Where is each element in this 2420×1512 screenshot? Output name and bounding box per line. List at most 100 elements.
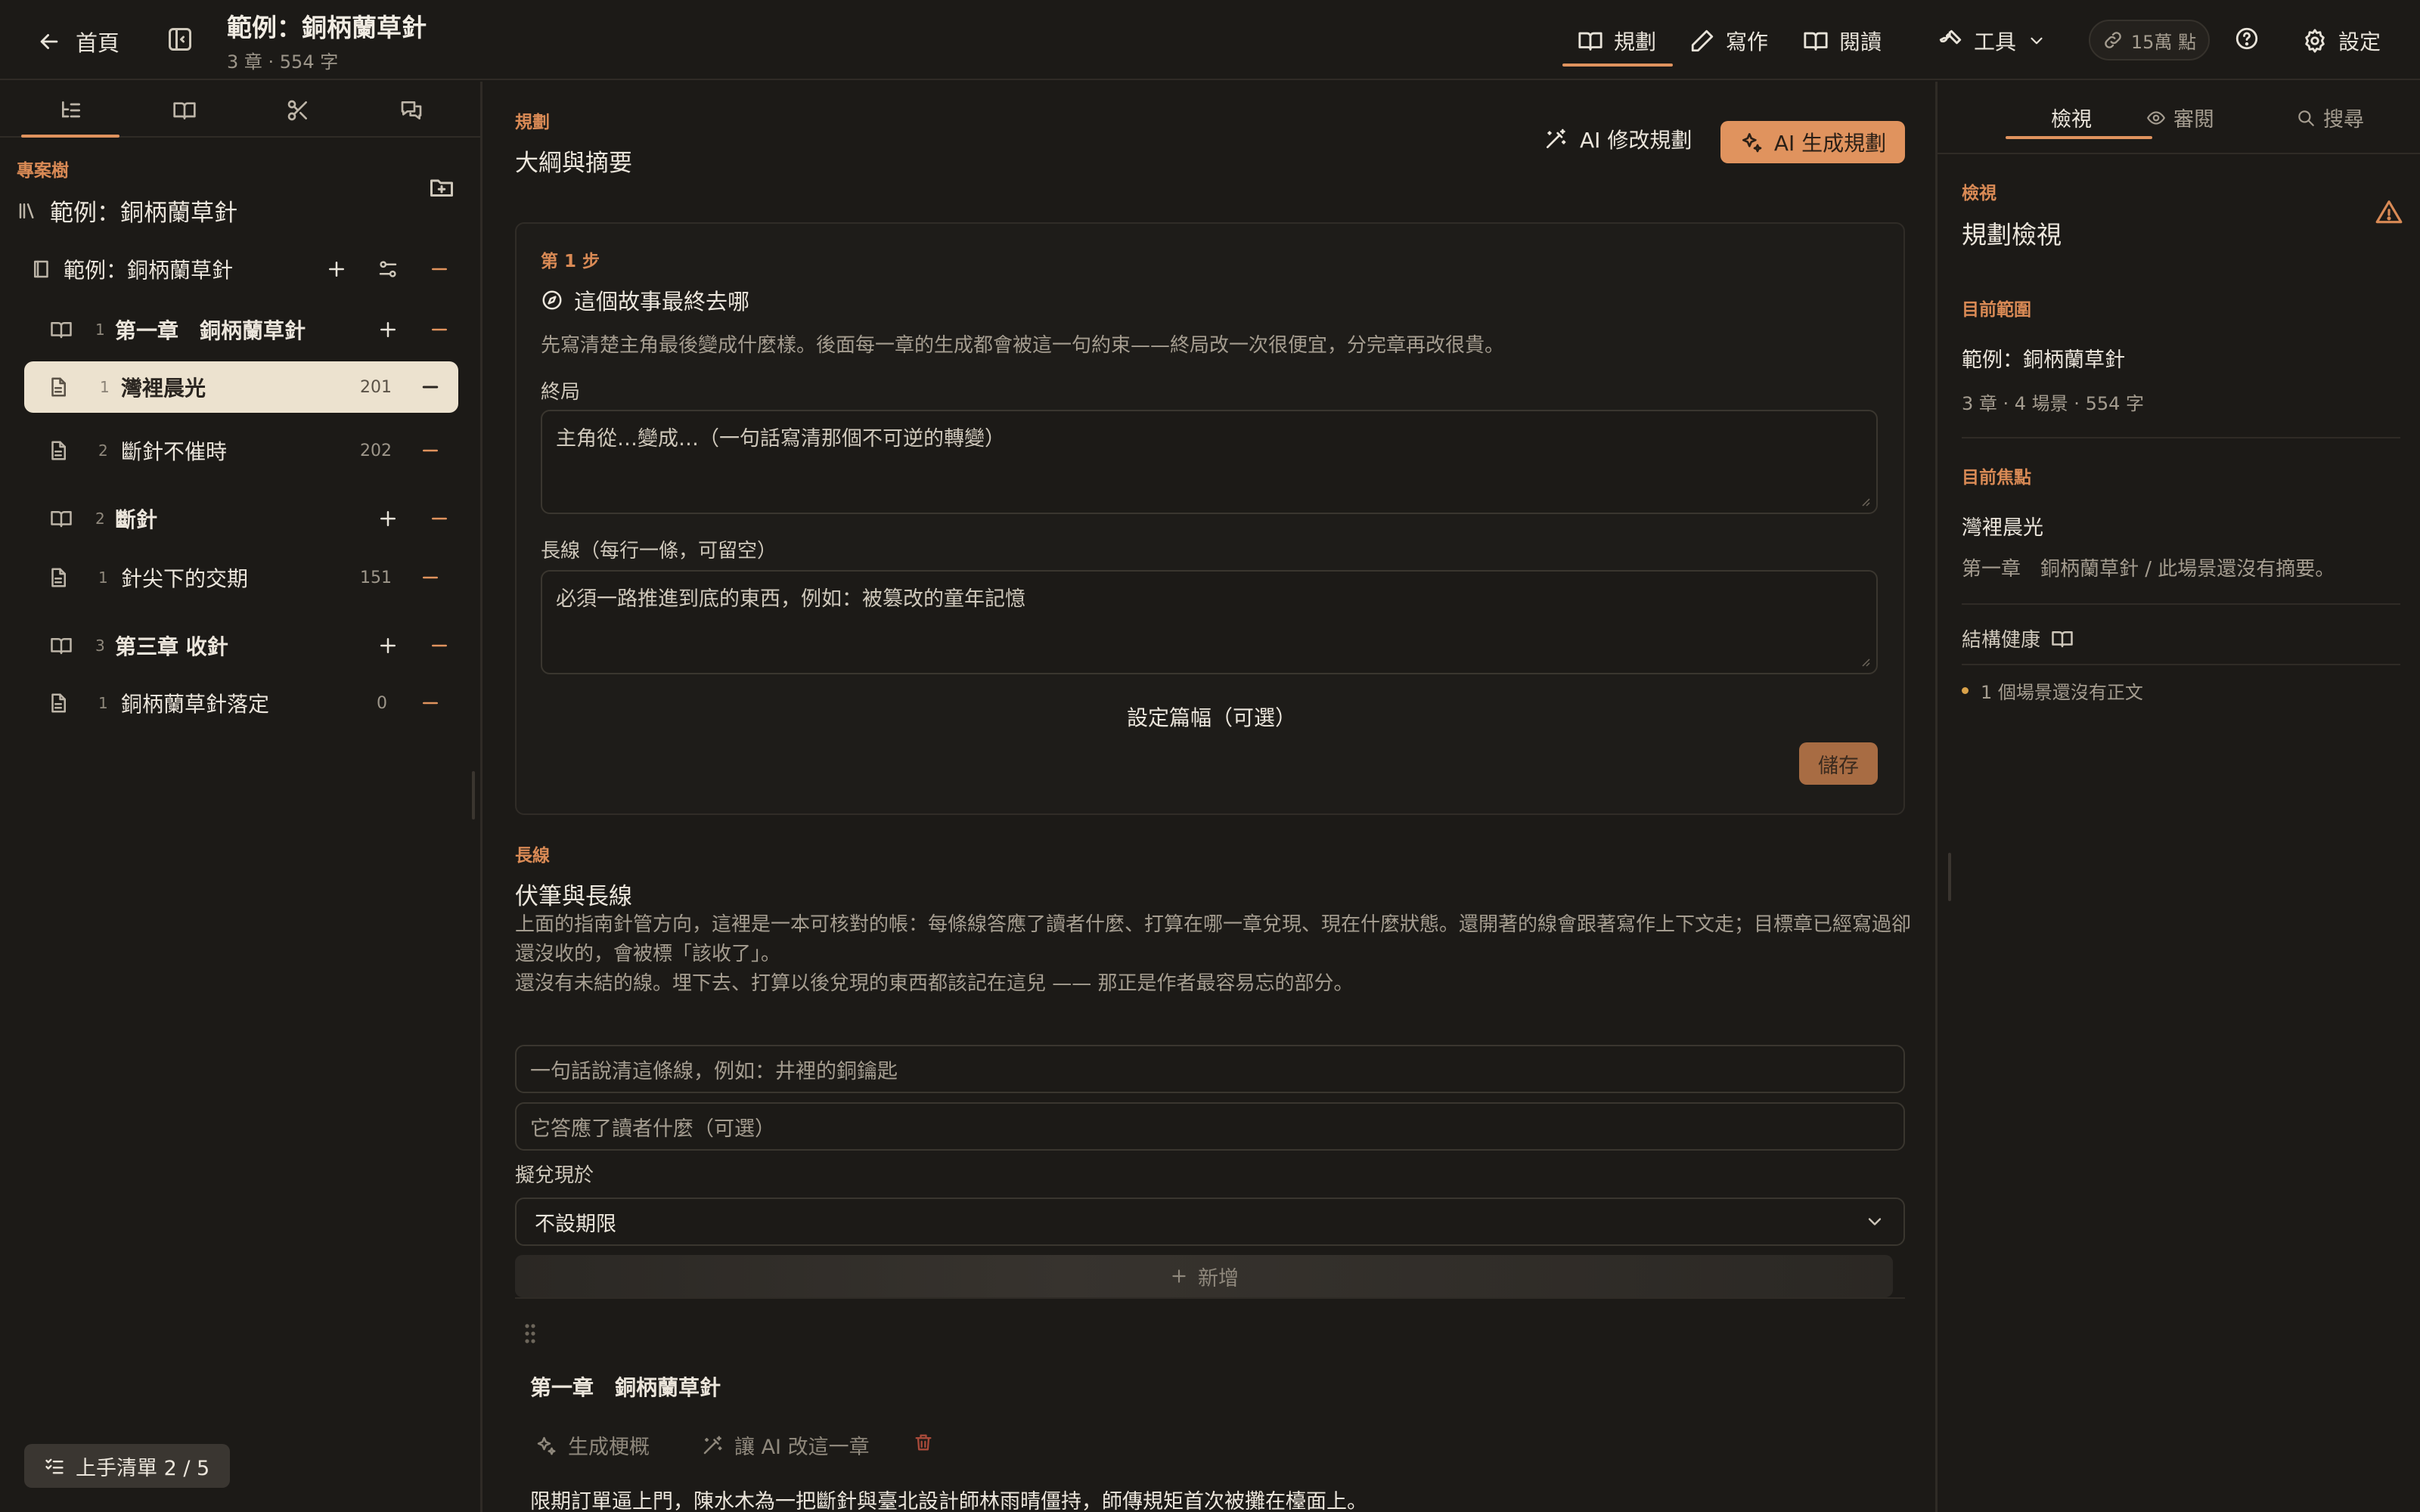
tree-scene-num: 1 — [98, 694, 108, 712]
file-icon — [47, 692, 70, 714]
scope-stats: 3 章 · 4 場景 · 554 字 — [1962, 393, 2145, 414]
tree-scene-label: 灣裡晨光 — [121, 376, 206, 401]
tree-scene[interactable]: 2 斷針不催時 202 — [0, 425, 476, 476]
resize-grip-icon[interactable] — [1860, 496, 1870, 507]
checklist-icon — [44, 1455, 65, 1476]
tree-list-icon[interactable] — [59, 98, 83, 122]
scissors-icon[interactable] — [286, 98, 310, 122]
plus-icon[interactable] — [377, 634, 399, 657]
tree-book[interactable]: 範例：銅柄蘭草針 — [0, 243, 476, 295]
onboarding-checklist-button[interactable]: 上手清單 2 / 5 — [24, 1444, 230, 1488]
tree-chapter-label: 第一章 銅柄蘭草針 — [115, 318, 306, 343]
tree-chapter[interactable]: 1 第一章 銅柄蘭草針 — [0, 304, 476, 355]
tree-chapter-label: 斷針 — [115, 507, 158, 532]
resize-grip-icon[interactable] — [1860, 656, 1870, 667]
sidebar-resize-handle[interactable] — [472, 771, 475, 820]
minus-icon[interactable] — [428, 318, 451, 341]
settings-button[interactable]: 設定 — [2302, 26, 2381, 56]
ai-revise-chapter-button[interactable]: 讓 AI 改這一章 — [701, 1430, 870, 1460]
generate-outline-button[interactable]: 生成梗概 — [535, 1430, 650, 1460]
book-icon — [30, 258, 53, 280]
ai-edit-plan-label: AI 修改規劃 — [1580, 128, 1692, 153]
tree-chapter[interactable]: 3 第三章 收針 — [0, 620, 476, 671]
ai-generate-plan-label: AI 生成規劃 — [1773, 131, 1887, 156]
sidebar-toggle-icon[interactable] — [166, 26, 194, 53]
nav-tools-dropdown[interactable]: 工具 — [1938, 26, 2046, 56]
search-icon — [2296, 108, 2316, 128]
back-home-button[interactable]: 首頁 — [36, 26, 119, 57]
help-button[interactable] — [2234, 26, 2260, 51]
minus-icon[interactable] — [419, 566, 442, 589]
wand-icon — [701, 1434, 724, 1457]
drag-handle-icon[interactable] — [523, 1321, 538, 1346]
ending-textarea[interactable]: 主角從…變成…（一句話寫清那個不可逆的轉變） — [541, 410, 1878, 514]
filter-icon[interactable] — [377, 258, 399, 280]
tab-search[interactable]: 搜尋 — [2296, 103, 2364, 132]
warning-icon[interactable] — [2375, 198, 2403, 227]
threads-field-label: 長線（每行一條，可留空） — [541, 540, 777, 562]
ai-generate-plan-button[interactable]: AI 生成規劃 — [1720, 121, 1905, 163]
minus-icon[interactable] — [419, 439, 442, 462]
tab-view[interactable]: 檢視 — [2051, 103, 2092, 132]
set-length-link[interactable]: 設定篇幅（可選） — [517, 702, 1907, 732]
ai-edit-plan-button[interactable]: AI 修改規劃 — [1544, 124, 1692, 154]
payoff-select[interactable]: 不設期限 — [515, 1198, 1905, 1246]
minus-icon[interactable] — [428, 634, 451, 657]
credits-label: 15萬 點 — [2130, 31, 2197, 53]
compass-icon — [541, 289, 563, 311]
tree-chapter-label: 第三章 收針 — [115, 634, 228, 659]
folder-plus-icon[interactable] — [428, 174, 455, 201]
panel-resize-handle[interactable] — [1948, 853, 1951, 901]
inspector-tab-indicator — [2006, 136, 2152, 139]
tree-book-label: 範例：銅柄蘭草針 — [64, 258, 234, 283]
book-open-icon[interactable] — [172, 98, 197, 122]
back-home-label: 首頁 — [76, 30, 120, 56]
book-open-icon[interactable] — [2051, 627, 2074, 650]
threads-section-label: 長線 — [515, 846, 550, 866]
health-issue-item[interactable]: 1 個場景還沒有正文 — [1962, 677, 2143, 704]
nav-active-indicator — [1562, 64, 1673, 67]
threads-empty-note: 還沒有未結的線。埋下去、打算以後兌現的東西都該記在這兒 —— 那正是作者最容易忘… — [515, 972, 1354, 995]
minus-icon[interactable] — [428, 507, 451, 530]
inspector-panel: 檢視 審閱 搜尋 檢視 規劃檢視 目前範圍 範例：銅柄蘭草針 3 章 · 4 場… — [1935, 82, 2420, 1512]
document-meta: 3 章 · 554 字 — [227, 51, 339, 73]
nav-read-label: 閱讀 — [1839, 29, 1882, 54]
minus-icon[interactable] — [419, 692, 442, 714]
nav-read[interactable]: 閱讀 — [1803, 26, 1882, 56]
chat-icon[interactable] — [399, 98, 424, 122]
credits-badge[interactable]: 15萬 點 — [2089, 20, 2210, 60]
thread-name-input[interactable]: 一句話說清這條線，例如：井裡的銅鑰匙 — [515, 1045, 1905, 1093]
trash-icon[interactable] — [913, 1432, 934, 1453]
plus-icon[interactable] — [325, 258, 348, 280]
generate-outline-label: 生成梗概 — [568, 1436, 650, 1459]
tree-chapter[interactable]: 2 斷針 — [0, 493, 476, 544]
threads-description: 上面的指南針管方向，這裡是一本可核對的帳：每條線答應了讀者什麼、打算在哪一章兌現… — [515, 913, 1912, 965]
structure-health-label: 結構健康 — [1962, 629, 2041, 652]
thread-promise-input[interactable]: 它答應了讀者什麼（可選） — [515, 1102, 1905, 1151]
plus-icon — [1169, 1266, 1189, 1286]
tree-scene-selected[interactable]: 1 灣裡晨光 201 — [24, 361, 458, 413]
tab-review[interactable]: 審閱 — [2146, 103, 2214, 132]
nav-write[interactable]: 寫作 — [1689, 26, 1768, 56]
project-name[interactable]: 範例：銅柄蘭草針 — [17, 194, 237, 228]
health-issue-text: 1 個場景還沒有正文 — [1981, 682, 2143, 703]
nav-plan[interactable]: 規劃 — [1578, 26, 1656, 56]
step-label: 第 1 步 — [541, 252, 600, 271]
save-button[interactable]: 儲存 — [1799, 742, 1878, 785]
plus-icon[interactable] — [377, 507, 399, 530]
tab-search-label: 搜尋 — [2323, 108, 2364, 132]
tree-scene[interactable]: 1 針尖下的交期 151 — [0, 552, 476, 603]
minus-icon[interactable] — [428, 258, 451, 280]
chapter-summary[interactable]: 限期訂單逼上門，陳水木為一把斷針與臺北設計師林雨晴僵持，師傳規矩首次被攤在檯面上… — [530, 1485, 1367, 1512]
plus-icon[interactable] — [377, 318, 399, 341]
inspector-tabs: 檢視 審閱 搜尋 — [1938, 82, 2420, 154]
ending-placeholder: 主角從…變成…（一句話寫清那個不可逆的轉變） — [556, 427, 1005, 451]
pen-icon — [1689, 28, 1715, 54]
thread-name-placeholder: 一句話說清這條線，例如：井裡的銅鑰匙 — [530, 1059, 898, 1083]
tree-scene[interactable]: 1 銅柄蘭草針落定 0 — [0, 677, 476, 729]
thread-promise-placeholder: 它答應了讀者什麼（可選） — [530, 1117, 775, 1141]
focus-description: 第一章 銅柄蘭草針 / 此場景還沒有摘要。 — [1962, 558, 2335, 581]
add-thread-button[interactable]: 新增 — [515, 1255, 1893, 1297]
minus-icon[interactable] — [419, 376, 442, 398]
threads-textarea[interactable]: 必須一路推進到底的東西，例如：被篡改的童年記憶 — [541, 570, 1878, 674]
